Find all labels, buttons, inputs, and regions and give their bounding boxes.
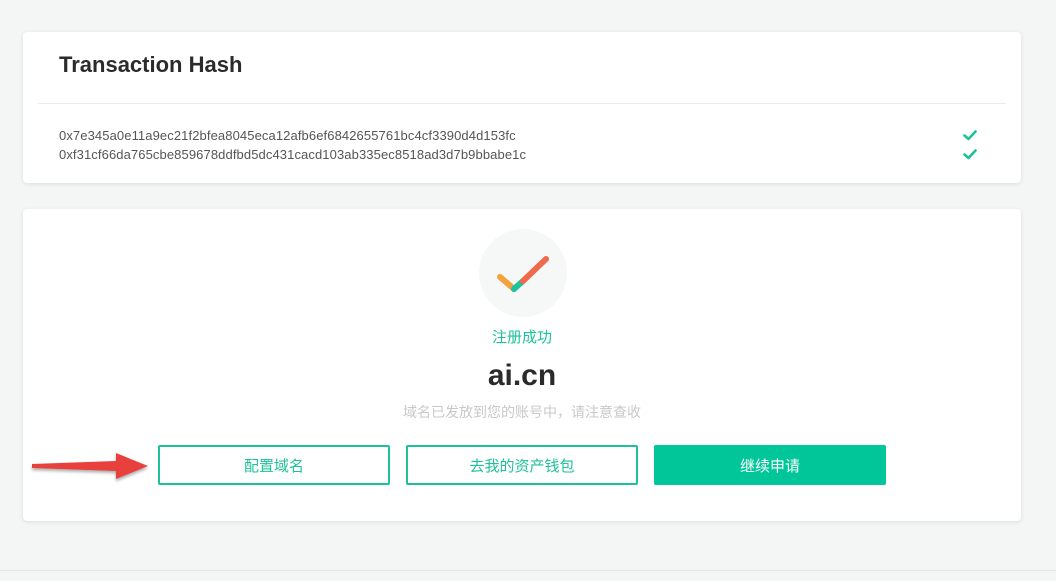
- red-arrow-annotation: [32, 453, 148, 479]
- check-icon: [963, 129, 977, 140]
- transaction-hash-card: Transaction Hash 0x7e345a0e11a9ec21f2bfe…: [23, 32, 1021, 183]
- domain-name: ai.cn: [487, 359, 557, 392]
- asset-wallet-button[interactable]: 去我的资产钱包: [406, 445, 638, 485]
- hash-row: 0xf31cf66da765cbe859678ddfbd5dc431cacd10…: [59, 145, 977, 163]
- status-text: 注册成功: [491, 329, 552, 346]
- configure-domain-button[interactable]: 配置域名: [158, 445, 390, 485]
- transaction-hash-text[interactable]: 0x7e345a0e11a9ec21f2bfea8045eca12afb6ef6…: [59, 128, 516, 143]
- transaction-hash-text[interactable]: 0xf31cf66da765cbe859678ddfbd5dc431cacd10…: [59, 147, 526, 162]
- registration-result-card: 注册成功 ai.cn 域名已发放到您的账号中，请注意查收 配置域名 去我的资产钱…: [23, 209, 1021, 521]
- divider: [0, 570, 1056, 571]
- hash-row: 0x7e345a0e11a9ec21f2bfea8045eca12afb6ef6…: [59, 126, 977, 144]
- check-mark-icon: [497, 256, 549, 292]
- continue-apply-button[interactable]: 继续申请: [654, 445, 886, 485]
- transaction-hash-title: Transaction Hash: [59, 52, 243, 77]
- divider: [38, 103, 1006, 104]
- notice-text: 域名已发放到您的账号中，请注意查收: [403, 404, 641, 420]
- success-icon-circle: [479, 229, 567, 317]
- check-icon: [963, 148, 977, 159]
